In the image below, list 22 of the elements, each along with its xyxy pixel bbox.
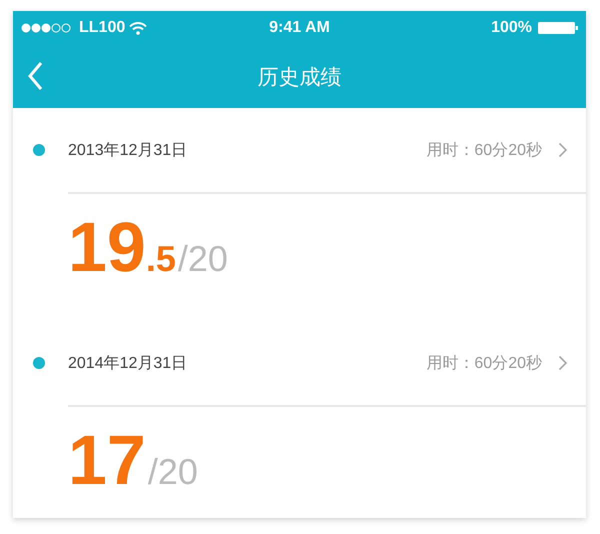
wifi-icon: [129, 22, 148, 34]
page-title: 历史成绩: [258, 64, 342, 90]
record-header[interactable]: 2014年12月31日 用时：60分20秒: [68, 321, 586, 407]
back-button[interactable]: [27, 61, 43, 91]
chevron-icon: [558, 355, 568, 371]
score-total: /20: [178, 238, 228, 280]
score-value: 17: [68, 425, 146, 495]
record-date: 2013年12月31日: [68, 140, 188, 160]
battery-percent: 100%: [491, 19, 532, 37]
record-date: 2014年12月31日: [68, 354, 188, 374]
duration-text: 用时：60分20秒: [426, 354, 542, 374]
signal-icon: [21, 23, 73, 33]
carrier-name: LL100: [79, 19, 126, 37]
chevron-icon: [558, 142, 568, 158]
record-header[interactable]: 2013年12月31日 用时：60分20秒: [68, 108, 586, 194]
status-time: 9:41 AM: [269, 19, 330, 37]
battery-icon: [538, 22, 578, 34]
duration-text: 用时：60分20秒: [426, 140, 542, 160]
back-icon: [27, 61, 43, 91]
score-value: 19: [68, 212, 146, 282]
score-total: /20: [148, 451, 198, 493]
score-decimal: .5: [146, 238, 176, 280]
